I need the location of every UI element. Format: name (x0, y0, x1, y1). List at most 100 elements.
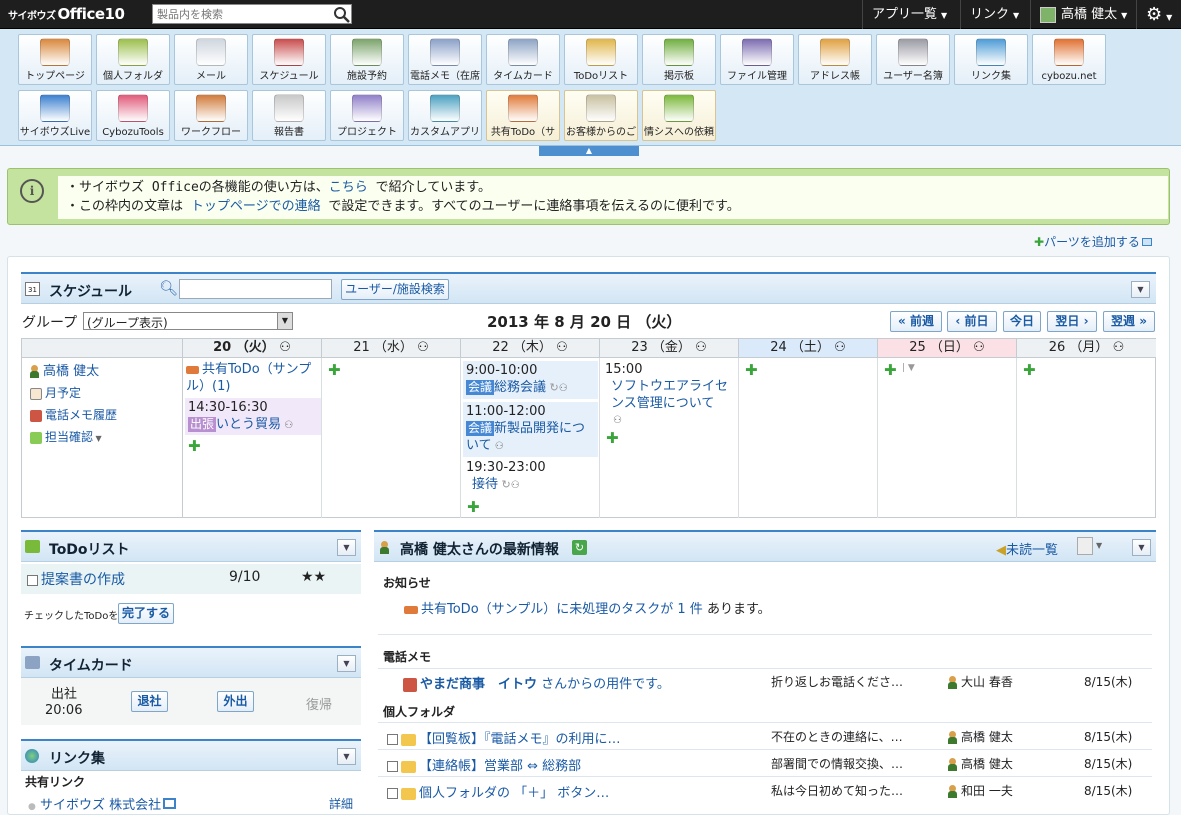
gear-icon[interactable]: ⚙ ▼ (1136, 0, 1181, 29)
link-detail-link[interactable]: 詳細 (329, 797, 353, 811)
schedule-event[interactable]: 15:00 ソフトウエアライセンス管理について ⚇ (605, 361, 737, 429)
app-launcher-item[interactable]: ToDoリスト (564, 34, 638, 85)
prev-day-button[interactable]: ‹ 前日 (947, 311, 997, 332)
timecard-menu-button[interactable]: ▼ (337, 655, 356, 672)
folder-row[interactable]: 【連絡帳】営業部 ⇔ 総務部 (387, 755, 581, 774)
monthly-schedule-link[interactable]: 月予定 (45, 386, 81, 400)
app-launcher-item[interactable]: トップページ (18, 34, 92, 85)
news-menu-button[interactable]: ▼ (1132, 539, 1151, 556)
app-launcher-item[interactable]: タイムカード (486, 34, 560, 85)
shared-todo-link[interactable]: 共有ToDo（サンプル）(1) (186, 362, 311, 394)
news-header: 高橋 健太さんの最新情報 ↻ ◀未読一覧 ▼ ▼ (374, 530, 1156, 562)
refresh-icon[interactable]: ↻ (572, 540, 587, 555)
leave-button[interactable]: 退社 (131, 691, 168, 712)
top-page-notice-link[interactable]: トップページでの連絡 (191, 199, 321, 214)
row-checkbox[interactable] (387, 734, 398, 745)
day-header-sunday[interactable]: 25 （日） ⚇ (878, 339, 1017, 358)
unread-list-link[interactable]: ◀未読一覧 (996, 539, 1058, 558)
app-launcher-item[interactable]: カスタムアプリ (408, 90, 482, 141)
pending-task-link[interactable]: 共有ToDo（サンプル）に未処理のタスクが (421, 602, 677, 617)
app-launcher-item[interactable]: 情シスへの依頼 (642, 90, 716, 141)
link-menu[interactable]: リンク ▼ (960, 0, 1028, 29)
app-launcher-item[interactable]: スケジュール (252, 34, 326, 85)
app-list-menu[interactable]: アプリ一覧 ▼ (862, 0, 956, 29)
day-header[interactable]: 22 （木） ⚇ (461, 339, 600, 358)
app-launcher-item[interactable]: プロジェクト (330, 90, 404, 141)
row-checkbox[interactable] (387, 761, 398, 772)
todo-checkbox[interactable] (27, 574, 38, 586)
phone-memo-history-link[interactable]: 電話メモ履歴 (45, 408, 117, 422)
add-parts-link[interactable]: ✚パーツを追加する (1034, 233, 1152, 250)
todo-item-link[interactable]: 提案書の作成 (41, 572, 125, 588)
schedule-event[interactable]: 11:00-12:00 会議 新製品開発について ⚇ (463, 402, 598, 457)
add-event-icon[interactable]: ✚ (1023, 361, 1036, 379)
app-launcher-item[interactable]: 報告書 (252, 90, 326, 141)
add-event-icon[interactable]: ✚ (884, 361, 897, 379)
app-launcher-item[interactable]: リンク集 (954, 34, 1028, 85)
schedule-event[interactable]: 19:30-23:00 接待 ↻⚇ (466, 459, 598, 494)
app-launcher-item[interactable]: サイボウズLive (18, 90, 92, 141)
product-search-input[interactable] (152, 4, 352, 24)
collapse-launcher-button[interactable]: ▲ (539, 146, 639, 156)
schedule-menu-button[interactable]: ▼ (1131, 281, 1150, 298)
help-link[interactable]: こちら (329, 180, 368, 195)
folder-row[interactable]: 個人フォルダの 「＋」 ボタン… (387, 782, 609, 801)
user-filter-icon[interactable] (1077, 537, 1093, 555)
cybozu-logo[interactable]: サイボウズ Office10 (8, 5, 125, 23)
prev-week-button[interactable]: « 前週 (890, 311, 942, 332)
app-launcher-label: リンク集 (971, 71, 1011, 82)
day-header-saturday[interactable]: 24 （土） ⚇ (739, 339, 878, 358)
chevron-down-icon[interactable]: ▼ (1096, 541, 1102, 550)
add-event-icon[interactable]: ✚ (328, 361, 341, 379)
app-launcher-item[interactable]: 掲示板 (642, 34, 716, 85)
add-event-icon[interactable]: ✚ (745, 361, 758, 379)
phone-memo-row[interactable]: やまだ商事 イトウ さんからの用件です。 (403, 673, 670, 692)
app-launcher-item[interactable]: cybozu.net (1032, 34, 1106, 85)
app-launcher-item[interactable]: アドレス帳 (798, 34, 872, 85)
app-launcher-item[interactable]: ファイル管理 (720, 34, 794, 85)
chevron-down-icon[interactable]: | ▼ (902, 363, 915, 373)
search-icon[interactable] (331, 4, 352, 24)
app-launcher-item[interactable]: 個人フォルダ (96, 34, 170, 85)
app-launcher-label: プロジェクト (337, 127, 397, 138)
day-header[interactable]: 21 （水） ⚇ (322, 339, 461, 358)
next-day-button[interactable]: 翌日 › (1047, 311, 1097, 332)
day-column: 共有ToDo（サンプル）(1) 14:30-16:30 出張 いとう貿易 ⚇ ✚ (183, 358, 322, 518)
group-select[interactable]: (グループ表示) ▼ (83, 312, 293, 330)
app-launcher-item[interactable]: 電話メモ（在席 (408, 34, 482, 85)
todo-done-button[interactable]: 完了する (118, 603, 174, 624)
assign-check-link[interactable]: 担当確認 (45, 430, 93, 444)
row-checkbox[interactable] (387, 788, 398, 799)
folder-row[interactable]: 【回覧板】『電話メモ』の利用に… (387, 728, 621, 747)
today-button[interactable]: 今日 (1003, 311, 1041, 332)
add-event-icon[interactable]: ✚ (188, 437, 201, 455)
day-header[interactable]: 26 （月） ⚇ (1017, 339, 1156, 358)
user-menu[interactable]: 高橋 健太 ▼ (1030, 0, 1136, 29)
schedule-event[interactable]: 14:30-16:30 出張 いとう貿易 ⚇ (185, 398, 321, 435)
user-name-link[interactable]: 高橋 健太 (43, 364, 99, 379)
app-launcher-item[interactable]: ワークフロー (174, 90, 248, 141)
add-event-icon[interactable]: ✚ (467, 498, 480, 516)
app-launcher-item[interactable]: ユーザー名簿 (876, 34, 950, 85)
app-launcher-item[interactable]: メール (174, 34, 248, 85)
schedule-header: 31 スケジュール 🔍︎ ユーザー/施設検索 ▼ (21, 272, 1156, 304)
user-avatar-icon (1040, 6, 1056, 23)
user-facility-search-button[interactable]: ユーザー/施設検索 (341, 279, 449, 300)
go-out-button[interactable]: 外出 (217, 691, 254, 712)
search-icon[interactable]: 🔍︎ (159, 279, 178, 297)
app-launcher-item[interactable]: 共有ToDo（サ (486, 90, 560, 141)
schedule-event[interactable]: 9:00-10:00 会議 総務会議 ↻⚇ (463, 361, 598, 399)
app-launcher-item[interactable]: 施設予約 (330, 34, 404, 85)
add-event-icon[interactable]: ✚ (606, 429, 619, 447)
cybozu-link[interactable]: サイボウズ 株式会社 (40, 798, 161, 813)
todo-menu-button[interactable]: ▼ (337, 539, 356, 556)
links-menu-button[interactable]: ▼ (337, 748, 356, 765)
app-launcher-item[interactable]: CybozuTools (96, 90, 170, 141)
next-week-button[interactable]: 翌週 » (1103, 311, 1155, 332)
facility-icon: ⚇ (417, 340, 429, 355)
day-header[interactable]: 20 （火） ⚇ (183, 339, 322, 358)
app-launcher-item[interactable]: お客様からのご (564, 90, 638, 141)
day-header[interactable]: 23 （金） ⚇ (600, 339, 739, 358)
schedule-search-input[interactable] (179, 279, 332, 299)
live-icon (40, 94, 70, 122)
